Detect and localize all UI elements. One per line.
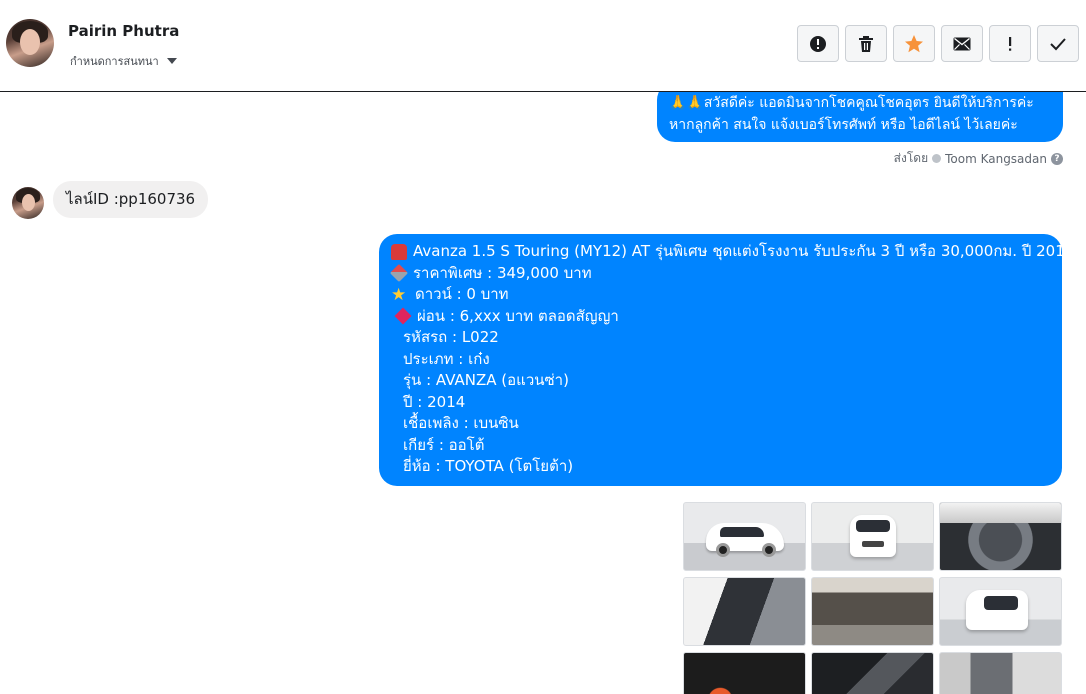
listing-price: ราคาพิเศษ : 349,000 บาท (413, 263, 592, 282)
wheel (716, 543, 730, 557)
listing-down: ดาวน์ : 0 บาท (415, 285, 509, 303)
delete-button[interactable] (845, 25, 887, 62)
alert-circle-icon (810, 35, 826, 52)
avatar[interactable] (12, 187, 44, 219)
assign-conversation-dropdown[interactable]: กำหนดการสนทนา (70, 52, 177, 70)
dashboard-photo[interactable] (683, 652, 806, 694)
listing-installment: ผ่อน : 6,xxx บาท ตลอดสัญญา (417, 306, 619, 325)
report-spam-button[interactable] (797, 25, 839, 62)
outgoing-message-greeting[interactable]: 🙏🙏สวัสดีค่ะ แอดมินจากโชคคูณโชคอุตร ยินดี… (657, 92, 1063, 142)
mark-done-button[interactable] (1037, 25, 1079, 62)
conversation-header: Pairin Phutra กำหนดการสนทนา (0, 0, 1086, 92)
follow-up-button[interactable] (989, 25, 1031, 62)
avatar[interactable] (6, 19, 54, 67)
sent-by-label: ส่งโดย Toom Kangsadan ? (894, 149, 1063, 168)
sent-by-name[interactable]: Toom Kangsadan (945, 152, 1047, 166)
listing-year: ปี : 2014 (403, 392, 466, 411)
trash-icon (859, 35, 873, 52)
rear-interior-photo[interactable] (811, 577, 934, 646)
message-line: หากลูกค้า สนใจ แจ้งเบอร์โทรศัพท์ หรือ ไอ… (669, 117, 1018, 133)
listing-title-row: Avanza 1.5 S Touring (MY12) AT รุ่นพิเศษ… (391, 241, 1074, 263)
chevron-down-icon (166, 58, 177, 64)
diamond-icon (394, 307, 412, 325)
door-interior-photo[interactable] (683, 577, 806, 646)
conversation-toolbar (797, 25, 1079, 62)
assign-label: กำหนดการสนทนา (70, 55, 159, 68)
pushpin-icon (389, 264, 409, 283)
photo-grid (683, 502, 1062, 694)
listing-brand: ยี่ห้อ : TOYOTA (โตโยต้า) (403, 457, 574, 475)
envelope-icon (953, 37, 971, 50)
message-line: 🙏🙏สวัสดีค่ะ แอดมินจากโชคคูณโชคอุตร ยินดี… (669, 95, 1034, 111)
hood (940, 503, 1061, 523)
check-icon (1050, 37, 1066, 50)
incoming-message[interactable]: ไลน์ID :pp160736 (53, 181, 209, 218)
message-thread: 🙏🙏สวัสดีค่ะ แอดมินจากโชคคูณโชคอุตร ยินดี… (0, 92, 1086, 694)
seat-photo[interactable] (811, 652, 934, 694)
listing-installment-row: ผ่อน : 6,xxx บาท ตลอดสัญญา (391, 306, 1050, 328)
cabin-photo[interactable] (939, 652, 1062, 694)
outgoing-message-listing[interactable]: Avanza 1.5 S Touring (MY12) AT รุ่นพิเศษ… (379, 234, 1074, 486)
sent-by-prefix: ส่งโดย (893, 151, 929, 165)
agent-status-icon (932, 154, 942, 163)
listing-model: รุ่น : AVANZA (อแวนซ่า) (403, 371, 569, 389)
contact-name[interactable]: Pairin Phutra (68, 22, 179, 40)
avatar-face (20, 29, 40, 55)
listing-fuel: เชื้อเพลิง : เบนซิน (403, 414, 519, 432)
exclamation-icon (1009, 36, 1012, 51)
listing-price-row: ราคาพิเศษ : 349,000 บาท (389, 263, 1050, 285)
engine-photo[interactable] (939, 502, 1062, 571)
star-icon (905, 34, 923, 52)
listing-down-row: ★ ดาวน์ : 0 บาท (391, 284, 1050, 306)
car-icon (391, 243, 407, 260)
car-body (966, 590, 1028, 630)
car-front-photo[interactable] (811, 502, 934, 571)
car-body (850, 515, 896, 557)
listing-code: รหัสรถ : L022 (403, 328, 499, 346)
listing-title: Avanza 1.5 S Touring (MY12) AT รุ่นพิเศษ… (413, 242, 1075, 260)
car-rear-photo[interactable] (939, 577, 1062, 646)
listing-type: ประเภท : เก๋ง (403, 349, 490, 368)
car-side-photo[interactable] (683, 502, 806, 571)
avatar-face (22, 194, 35, 211)
wheel (762, 543, 776, 557)
star-button[interactable] (893, 25, 935, 62)
listing-gear: เกียร์ : ออโต้ (403, 435, 485, 454)
help-icon[interactable]: ? (1051, 152, 1063, 165)
star-emoji-icon: ★ (391, 284, 407, 305)
mark-unread-button[interactable] (941, 25, 983, 62)
